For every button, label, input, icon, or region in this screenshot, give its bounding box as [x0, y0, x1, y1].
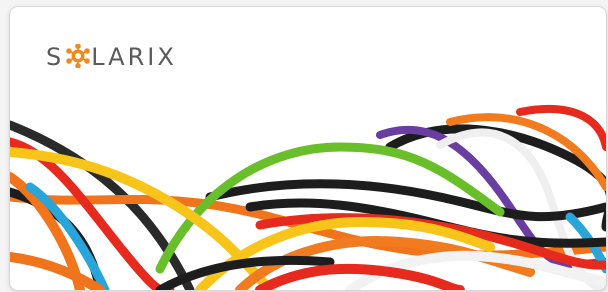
cables-photo — [10, 104, 606, 290]
hero-banner: S LARIX — [10, 7, 606, 290]
